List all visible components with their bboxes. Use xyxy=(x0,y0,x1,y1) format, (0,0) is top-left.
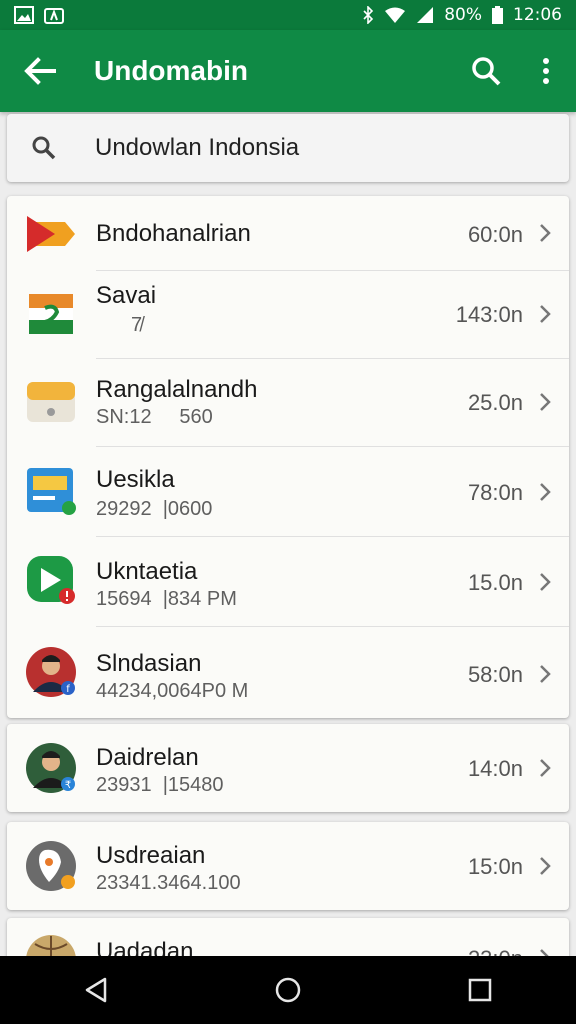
card-app-icon xyxy=(27,382,75,422)
avatar-icon: f xyxy=(26,647,76,697)
search-icon xyxy=(32,136,56,160)
app-name: Uesikla xyxy=(96,466,175,493)
app-name: Slndasian xyxy=(96,650,202,677)
app-detail: 44234,0064P0 M xyxy=(96,680,249,702)
search-field[interactable]: Undowlan Indonsia xyxy=(7,114,569,182)
page-title: Undomabin xyxy=(94,55,248,86)
app-size: 78:0n xyxy=(467,480,523,505)
app-size: 60:0n xyxy=(467,222,523,247)
list-item[interactable]: Bndohanalrian 60:0n xyxy=(7,196,569,270)
app-size: 25.0n xyxy=(467,390,523,415)
chevron-right-icon xyxy=(540,483,551,501)
store-notification-icon xyxy=(44,8,64,24)
battery-icon xyxy=(492,6,503,24)
app-name: Bndohanalrian xyxy=(96,220,251,247)
bluetooth-icon xyxy=(363,6,374,24)
app-name: Savai xyxy=(96,282,157,309)
more-vert-icon xyxy=(543,58,549,84)
app-detail: 15694 |834 PM xyxy=(96,588,237,610)
nav-back-button[interactable] xyxy=(46,956,146,1024)
battery-percent: 80% xyxy=(444,5,482,25)
app-name: Usdreaian xyxy=(96,842,206,869)
search-input[interactable]: Undowlan Indonsia xyxy=(95,134,299,162)
app-detail: 23931 |15480 xyxy=(96,774,224,796)
status-bar: 80% 12:06 xyxy=(0,0,576,30)
app-detail: 23341.3464.100 xyxy=(96,872,241,894)
wallet-app-icon xyxy=(27,468,76,515)
list-item[interactable]: f Slndasian 44234,0064P0 M 58:0n xyxy=(7,626,569,718)
app-detail: 7̸ xyxy=(131,314,143,336)
list-item[interactable]: Rangalalnandh SN:12 560 25.0n xyxy=(7,358,569,446)
app-name: Ukntaetia xyxy=(96,558,198,585)
triangle-back-icon xyxy=(85,977,107,1003)
svg-text:f: f xyxy=(66,684,70,695)
square-recents-icon xyxy=(468,978,492,1002)
chevron-right-icon xyxy=(540,573,551,591)
map-pin-app-icon xyxy=(26,841,76,891)
avatar-icon: ₹ xyxy=(26,743,76,793)
green-play-app-icon xyxy=(27,556,75,604)
chevron-right-icon xyxy=(540,305,551,323)
search-icon xyxy=(472,57,501,86)
app-detail: 29292 |0600 xyxy=(96,498,213,520)
play-arrow-icon xyxy=(27,216,75,252)
app-bar: Undomabin xyxy=(0,30,576,112)
clock: 12:06 xyxy=(513,5,562,25)
list-item[interactable]: ₹ Daidrelan 23931 |15480 14:0n xyxy=(7,724,569,812)
chevron-right-icon xyxy=(540,224,551,242)
list-item[interactable]: Ukntaetia 15694 |834 PM 15.0n xyxy=(7,536,569,626)
chevron-right-icon xyxy=(540,665,551,683)
app-size: 14:0n xyxy=(467,756,523,781)
app-detail: SN:12 560 xyxy=(96,406,213,428)
app-size: 143:0n xyxy=(455,302,523,327)
chevron-right-icon xyxy=(540,857,551,875)
search-button[interactable] xyxy=(456,30,516,112)
circle-home-icon xyxy=(275,977,301,1003)
app-size: 58:0n xyxy=(467,662,523,687)
navigation-bar xyxy=(0,956,576,1024)
chevron-right-icon xyxy=(540,759,551,777)
signal-icon xyxy=(417,7,434,23)
svg-text:₹: ₹ xyxy=(65,780,71,791)
flag-app-icon xyxy=(29,294,73,334)
nav-home-button[interactable] xyxy=(238,956,338,1024)
app-name: Rangalalnandh xyxy=(96,376,258,403)
nav-recents-button[interactable] xyxy=(430,956,530,1024)
image-notification-icon xyxy=(14,6,34,24)
list-item[interactable]: Usdreaian 23341.3464.100 15:0n xyxy=(7,822,569,910)
apps-list-card: Bndohanalrian 60:0n Savai 7̸ 143:0n Rang… xyxy=(7,196,569,718)
list-item[interactable]: Savai 7̸ 143:0n xyxy=(7,270,569,358)
arrow-back-icon xyxy=(24,57,56,85)
app-size: 15.0n xyxy=(467,570,523,595)
chevron-right-icon xyxy=(540,393,551,411)
app-name: Daidrelan xyxy=(96,744,199,771)
list-item[interactable]: Uesikla 29292 |0600 78:0n xyxy=(7,446,569,536)
wifi-icon xyxy=(385,7,406,23)
app-size: 15:0n xyxy=(467,854,523,879)
back-button[interactable] xyxy=(0,30,80,112)
more-options-button[interactable] xyxy=(516,30,576,112)
